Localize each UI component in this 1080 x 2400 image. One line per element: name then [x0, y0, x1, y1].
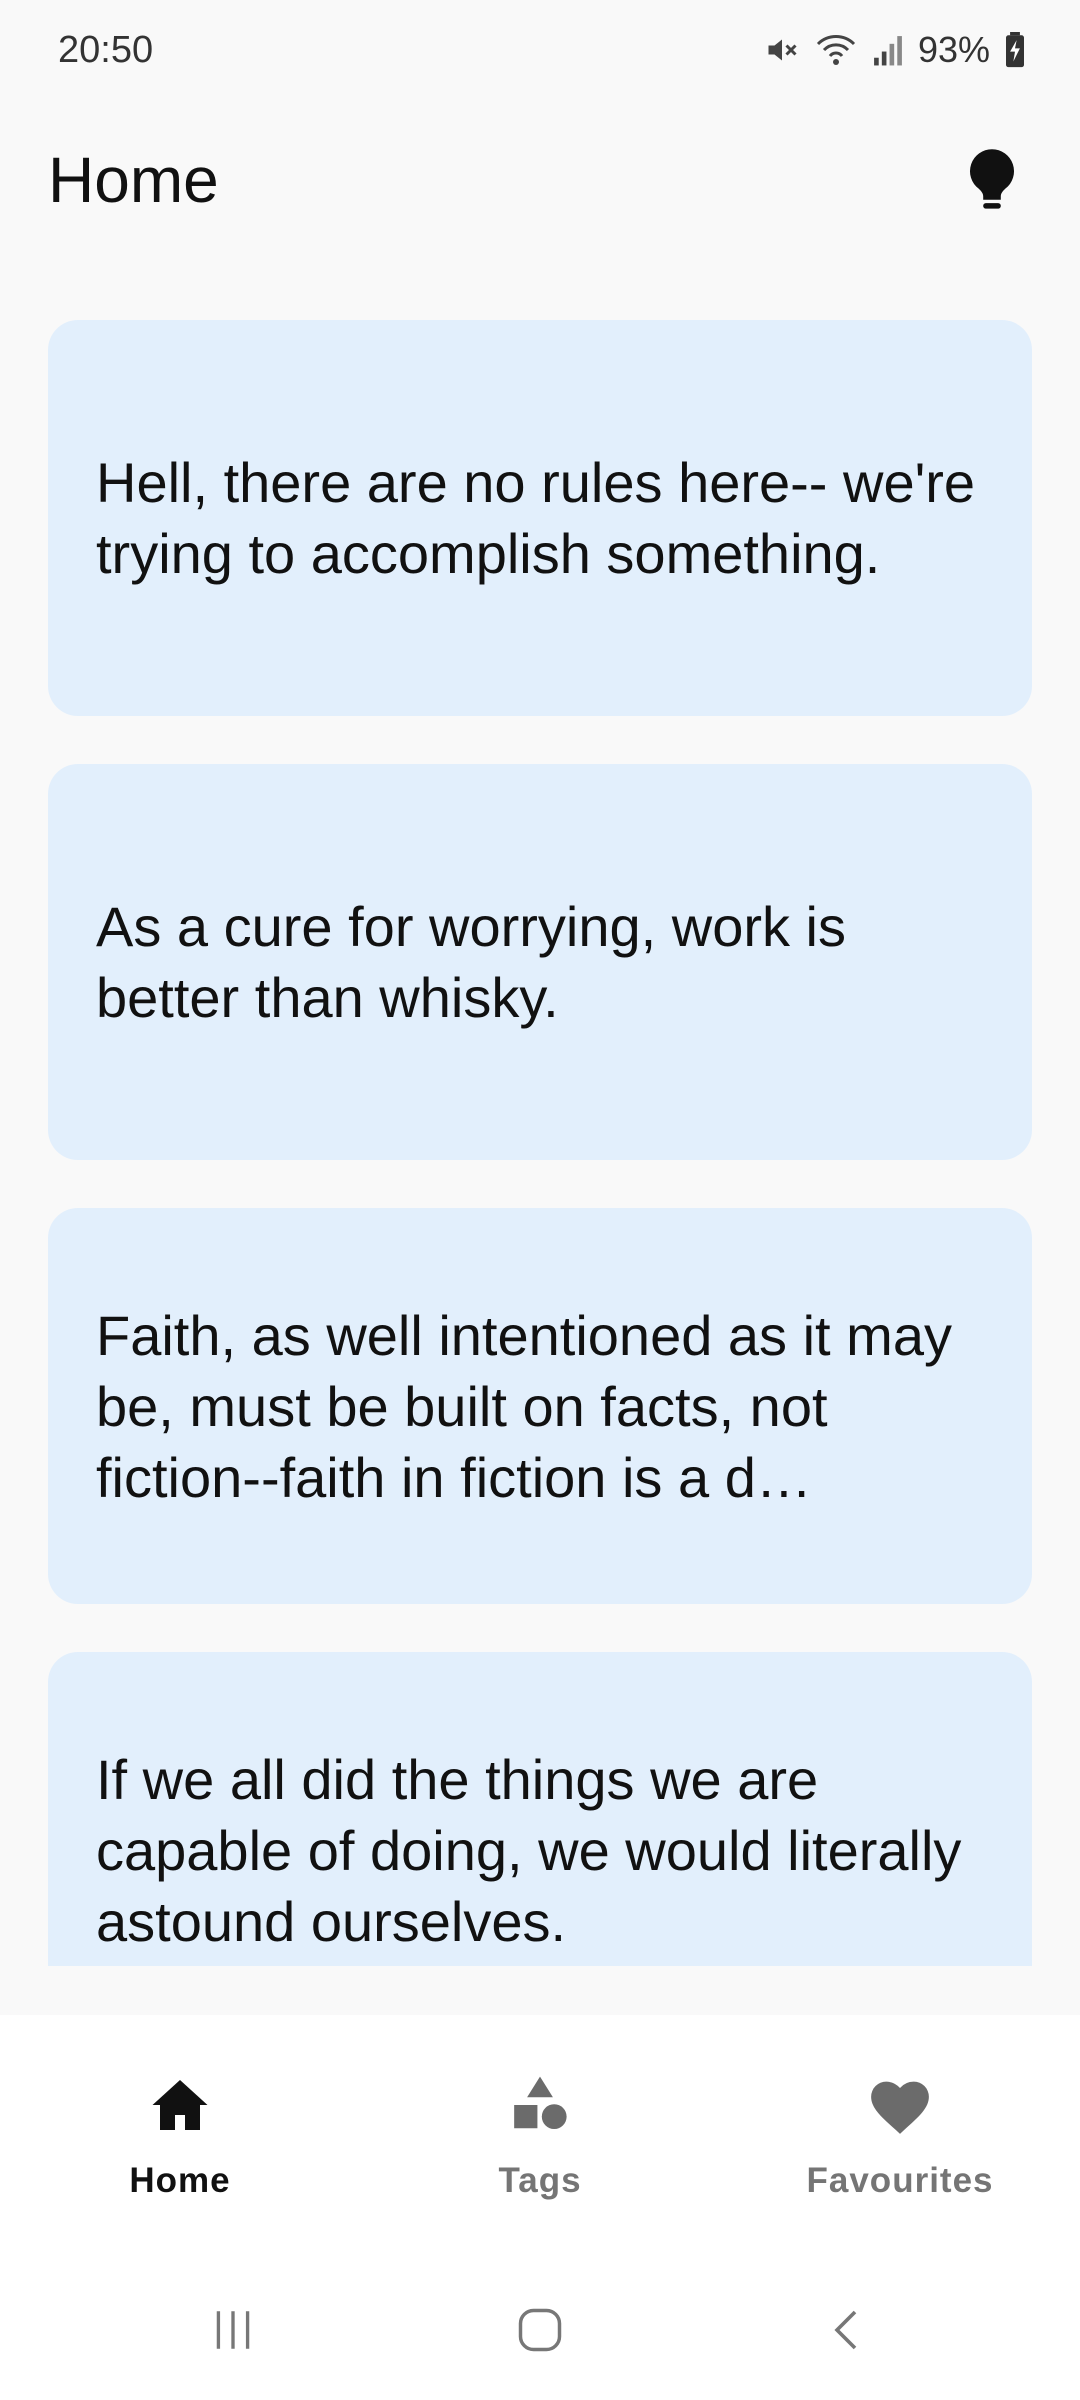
quote-text: Faith, as well intentioned as it may be,… — [96, 1303, 952, 1509]
recents-button[interactable] — [173, 2290, 293, 2370]
shapes-icon — [514, 2076, 567, 2130]
home-circle-icon — [518, 2308, 562, 2352]
quote-card[interactable]: Hell, there are no rules here-- we're tr… — [48, 320, 1032, 716]
back-icon — [834, 2310, 856, 2350]
home-icon — [152, 2080, 208, 2130]
quote-list[interactable]: Hell, there are no rules here-- we're tr… — [48, 320, 1032, 1966]
home-system-button[interactable] — [480, 2290, 600, 2370]
page-title: Home — [48, 144, 219, 216]
heart-icon — [871, 2081, 929, 2134]
back-button[interactable] — [787, 2290, 907, 2370]
status-icons: 93% — [764, 29, 1026, 71]
quote-card[interactable]: Faith, as well intentioned as it may be,… — [48, 1208, 1032, 1604]
quote-card[interactable]: If we all did the things we are capable … — [48, 1652, 1032, 1966]
battery-icon — [1004, 32, 1026, 68]
bottom-navigation: Home Tags Favourites — [0, 2015, 1080, 2260]
battery-percentage: 93% — [917, 29, 990, 70]
signal-icon — [872, 33, 904, 67]
nav-label-tags: Tags — [498, 2161, 582, 2200]
system-navigation — [0, 2260, 1080, 2400]
nav-label-favourites: Favourites — [806, 2161, 994, 2200]
nav-item-tags[interactable]: Tags — [360, 2015, 720, 2260]
app-screen: 20:50 93% Home Hell, there are no rules … — [0, 0, 1080, 2400]
status-bar: 20:50 93% — [0, 0, 1080, 100]
nav-item-home[interactable]: Home — [0, 2015, 360, 2260]
nav-item-favourites[interactable]: Favourites — [720, 2015, 1080, 2260]
quote-card[interactable]: As a cure for worrying, work is better t… — [48, 764, 1032, 1160]
wifi-icon — [814, 32, 858, 68]
app-bar: Home — [0, 100, 1080, 260]
lightbulb-icon — [970, 149, 1014, 209]
quote-text: Hell, there are no rules here-- we're tr… — [96, 451, 976, 585]
status-time: 20:50 — [58, 28, 154, 71]
nav-label-home: Home — [129, 2161, 231, 2200]
recents-icon — [217, 2311, 250, 2349]
lightbulb-button[interactable] — [952, 140, 1032, 220]
quote-text: If we all did the things we are capable … — [96, 1747, 962, 1953]
mute-icon — [764, 32, 800, 68]
quote-text: As a cure for worrying, work is better t… — [96, 895, 846, 1029]
